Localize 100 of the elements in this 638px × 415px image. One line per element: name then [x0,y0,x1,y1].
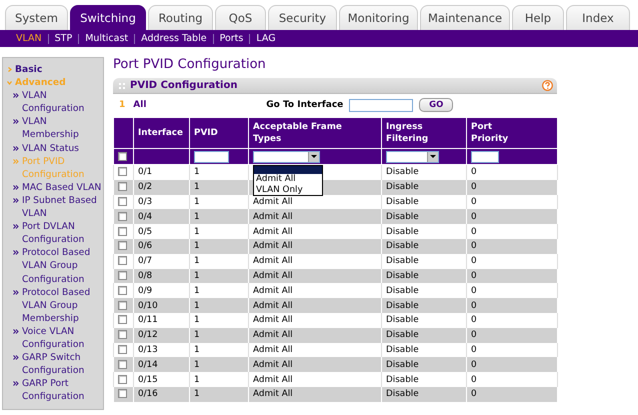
table-cell: 0 [471,270,477,281]
table-cell: 0 [471,196,477,207]
table-cell: 0/8 [138,270,152,281]
double-chevron-icon [13,250,19,256]
table-cell: 0 [471,389,477,400]
table-cell: Disable [386,330,419,340]
sidebar-item[interactable]: VLAN Configuration [22,89,103,116]
table-cell: Disable [386,389,419,400]
table-cell: 1 [194,360,200,370]
subnav-link[interactable]: Multicast [79,34,136,44]
table-cell: 0/4 [138,212,152,222]
nav-tab[interactable]: Monitoring [339,5,418,30]
table-cell: 0 [471,315,477,326]
sidebar-section[interactable]: Basic [15,63,42,76]
table-cell: Admit All [253,300,293,311]
table-cell: 1 [194,300,200,311]
all-link[interactable]: All [133,100,266,110]
table-cell: 0 [471,360,477,370]
table-cell: Disable [386,196,419,207]
help-icon[interactable] [542,80,553,91]
dropdown-arrow-icon [311,155,317,158]
interface-field[interactable] [349,98,414,112]
row-checkbox[interactable] [118,256,127,266]
table-cell: 1 [194,226,200,237]
row-checkbox[interactable] [118,374,127,384]
row-checkbox[interactable] [118,315,127,324]
sidebar-item[interactable]: Voice VLAN Configuration [22,324,103,352]
nav-tab[interactable]: System [5,5,68,30]
table-cell: Admit All [253,270,293,281]
sidebar-item[interactable]: GARP Switch Configuration [22,351,103,378]
subnav-link[interactable]: VLAN [10,34,49,44]
table-cell: 0/9 [138,286,152,296]
frame-types-select[interactable] [253,150,320,162]
nav-tab[interactable]: QoS [215,5,266,30]
priority-field[interactable] [471,150,499,162]
table-cell: 0/10 [138,300,158,311]
table-cell: Admit All [253,330,293,340]
row-checkbox[interactable] [118,167,127,176]
panel-title: PVID Configuration [130,80,238,91]
row-checkbox[interactable] [118,330,127,340]
table-cell: 0 [471,182,477,192]
pvid-field[interactable] [194,150,229,162]
sidebar-item[interactable]: Port DVLAN Configuration [22,220,103,246]
double-chevron-icon [13,381,19,386]
dropdown-option[interactable]: Admit All [254,174,322,184]
sidebar-item[interactable]: GARP Port Configuration [22,377,103,404]
row-checkbox[interactable] [118,286,127,295]
double-chevron-icon [13,290,19,295]
table-cell: 0 [471,226,477,237]
subnav-link[interactable]: STP [48,34,80,44]
sidebar-item[interactable]: VLAN Membership [22,115,103,142]
column-header: Port Priority [466,118,558,148]
table-cell: 1 [194,241,200,252]
sidebar-item[interactable]: MAC Based VLAN [22,180,102,194]
row-checkbox[interactable] [118,271,127,280]
double-chevron-icon [13,93,19,98]
row-checkbox[interactable] [118,212,127,221]
table-cell: 0 [471,167,477,178]
table-cell: 1 [194,256,200,266]
nav-tab[interactable]: Maintenance [420,5,510,30]
nav-tab[interactable]: Index [566,5,630,30]
select-all-checkbox[interactable] [118,152,127,161]
table-cell: Disable [386,212,419,222]
subnav-link[interactable]: Ports [214,34,250,44]
go-button[interactable]: GO [419,98,454,112]
row-checkbox[interactable] [118,197,127,206]
grip-icon [119,82,125,88]
row-checkbox[interactable] [118,241,127,250]
row-checkbox[interactable] [118,182,127,192]
table-cell: Admit All [253,315,293,326]
sidebar-item[interactable]: VLAN Status [22,142,79,155]
sidebar-item[interactable]: Protocol Based VLAN Group Configuration [22,246,103,286]
nav-tab[interactable]: Help [512,5,564,30]
table-cell: Admit All [253,389,293,400]
sidebar-item[interactable]: Protocol Based VLAN Group Membership [22,286,103,325]
table-cell: 1 [194,286,200,296]
table-cell: 1 [194,270,200,281]
subnav-link[interactable]: Address Table [135,34,214,44]
sidebar-item[interactable]: IP Subnet Based VLAN [22,194,103,220]
table-cell: 0 [471,241,477,252]
ingress-select[interactable] [386,150,439,162]
table-cell: 0/11 [138,315,158,326]
table-cell: 0/13 [138,344,158,355]
table-cell: 0 [471,212,477,222]
double-chevron-icon [13,158,19,164]
nav-tab[interactable]: Routing [148,5,213,30]
double-chevron-icon [13,328,19,334]
row-checkbox[interactable] [118,300,127,310]
page-title: Port PVID Configuration [113,57,267,72]
row-checkbox[interactable] [118,226,127,236]
row-checkbox[interactable] [118,345,127,354]
table-cell: 1 [194,212,200,222]
double-chevron-icon [13,355,19,360]
nav-tab[interactable]: Security [268,5,337,30]
row-checkbox[interactable] [118,389,127,398]
row-checkbox[interactable] [118,360,127,369]
table-cell: 0 [471,256,477,266]
table-cell: Admit All [253,226,293,237]
nav-tab[interactable]: Switching [70,5,146,30]
subnav-link[interactable]: LAG [250,34,282,44]
